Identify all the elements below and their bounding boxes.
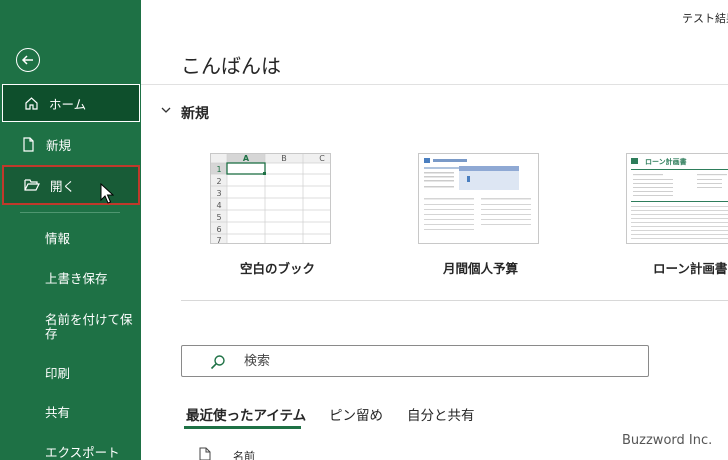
header-divider bbox=[141, 84, 728, 85]
row-header: 4 bbox=[216, 201, 221, 210]
sidebar-item-info[interactable]: 情報 bbox=[45, 232, 135, 246]
home-icon bbox=[23, 95, 39, 111]
row-header: 3 bbox=[216, 189, 221, 198]
loan-thumbnail-title: ローン計画書 bbox=[645, 157, 687, 166]
column-header: A bbox=[243, 154, 250, 163]
row-header: 5 bbox=[216, 213, 221, 222]
arrow-left-icon bbox=[21, 55, 33, 65]
template-monthly-budget[interactable] bbox=[418, 153, 539, 244]
greeting-heading: こんばんは bbox=[181, 54, 281, 78]
sidebar-item-label: ホーム bbox=[49, 96, 87, 112]
sidebar-divider bbox=[20, 212, 120, 213]
chevron-down-icon[interactable] bbox=[160, 104, 172, 116]
column-header: C bbox=[319, 154, 325, 163]
template-blank-workbook[interactable]: A B C 1 2 3 4 5 6 7 bbox=[210, 153, 331, 244]
sidebar-item-label: 開く bbox=[50, 178, 76, 194]
search-icon bbox=[210, 355, 225, 370]
mouse-cursor-icon bbox=[100, 183, 114, 204]
file-icon bbox=[199, 447, 211, 460]
active-tab-indicator bbox=[184, 426, 301, 429]
row-header: 7 bbox=[216, 236, 221, 244]
tab-shared[interactable]: 自分と共有 bbox=[407, 404, 475, 424]
template-loan-plan[interactable]: ローン計画書 bbox=[626, 153, 728, 244]
folder-open-icon bbox=[24, 177, 40, 193]
new-section-heading: 新規 bbox=[181, 106, 209, 122]
column-header: B bbox=[281, 154, 287, 163]
search-input[interactable] bbox=[244, 351, 624, 371]
back-button[interactable] bbox=[16, 48, 40, 72]
sidebar-item-save[interactable]: 上書き保存 bbox=[45, 272, 135, 286]
row-header: 6 bbox=[216, 225, 221, 234]
watermark: Buzzword Inc. bbox=[622, 433, 713, 448]
section-divider bbox=[181, 300, 728, 301]
backstage-sidebar: ホーム 新規 開く 情報 上書き保存 名前を付けて保存 印刷 共有 エクスポート bbox=[0, 0, 141, 460]
sidebar-item-new[interactable]: 新規 bbox=[0, 124, 141, 164]
sidebar-item-open[interactable]: 開く bbox=[2, 165, 140, 205]
sidebar-item-save-as[interactable]: 名前を付けて保存 bbox=[45, 313, 135, 341]
window-title: テスト結果 bbox=[682, 12, 728, 25]
template-label: 月間個人予算 bbox=[443, 261, 519, 276]
sidebar-item-share[interactable]: 共有 bbox=[45, 406, 135, 420]
sidebar-item-print[interactable]: 印刷 bbox=[45, 367, 135, 381]
budget-thumbnail bbox=[424, 158, 531, 230]
name-column-header[interactable]: 名前 bbox=[233, 448, 255, 460]
row-header: 1 bbox=[216, 165, 221, 174]
loan-thumbnail: ローン計画書 bbox=[631, 157, 728, 239]
template-label: ローン計画書 bbox=[653, 261, 728, 276]
blank-sheet-thumbnail: A B C 1 2 3 4 5 6 7 bbox=[211, 154, 330, 244]
row-header: 2 bbox=[216, 177, 221, 186]
tab-pinned[interactable]: ピン留め bbox=[329, 404, 383, 424]
sidebar-item-home[interactable]: ホーム bbox=[2, 84, 140, 122]
new-file-icon bbox=[20, 136, 36, 152]
tab-recent[interactable]: 最近使ったアイテム bbox=[186, 404, 306, 424]
sidebar-item-export[interactable]: エクスポート bbox=[45, 446, 135, 460]
template-label: 空白のブック bbox=[240, 261, 316, 276]
search-box[interactable] bbox=[181, 345, 649, 377]
sidebar-item-label: 新規 bbox=[46, 137, 72, 153]
